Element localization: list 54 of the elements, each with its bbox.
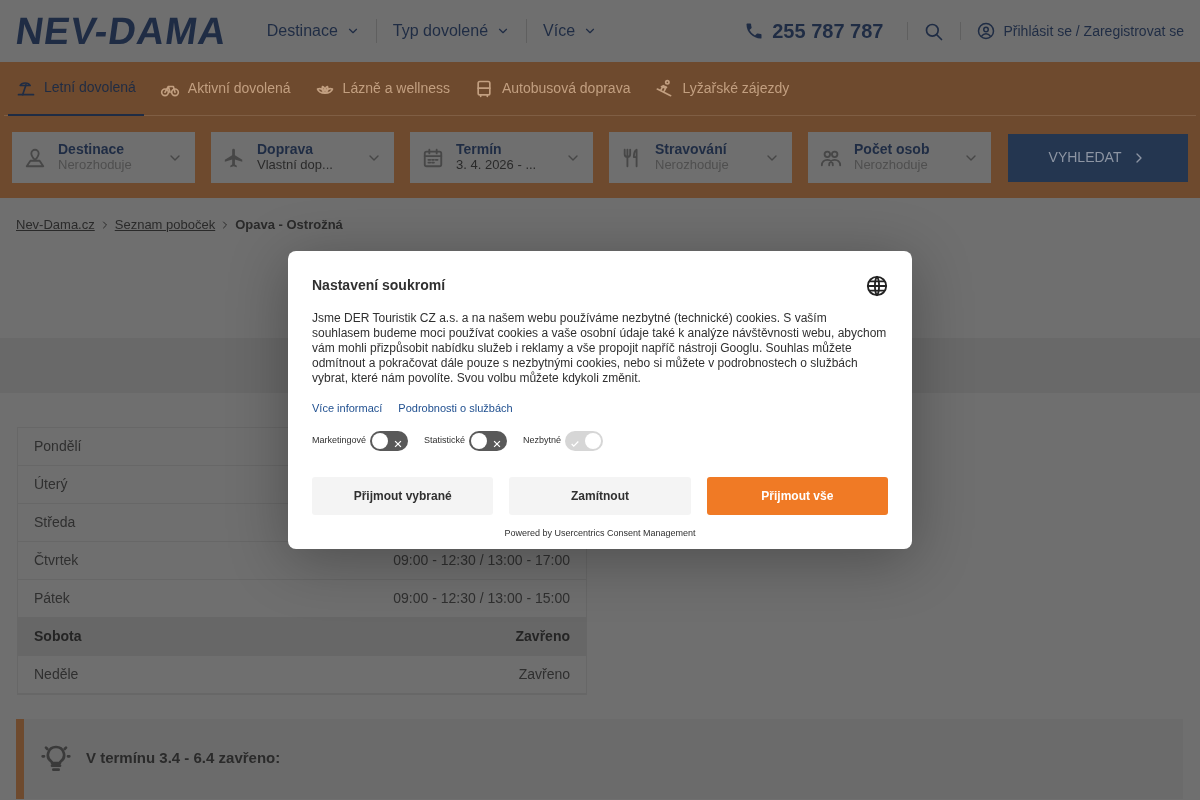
toggle-label: Marketingové — [312, 433, 367, 447]
consent-button[interactable]: Přijmout vše — [706, 476, 888, 515]
search-button[interactable]: VYHLEDAT — [1008, 133, 1188, 182]
day-label: Neděle — [34, 664, 79, 684]
hours-value: 09:00 - 12:30 / 13:00 - 15:00 — [393, 588, 570, 608]
dialog-title: Nastavení soukromí — [312, 275, 446, 295]
consent-button[interactable]: Zamítnout — [509, 476, 691, 515]
bus-icon — [474, 78, 494, 99]
check-icon — [570, 439, 581, 450]
consent-text: Jsme DER Touristik CZ a.s. a na našem webu používáme nezbytné (technické) cookies. S vaším souhlasem budeme moci používat cookies a vaše osobní údaje také k analýze návštěvnosti webu, abychom vám mohli přizpůsobit nabídku služeb i reklamy a vše propojit napříč nástroji Googlu. Souhlas můžete odmítnout a pokračovat dále pouze s nezbytnými cookies, nebo si můžete v podrobnostech o službách vybrat, které nám povolíte. Svou volbu můžete kdykoli změnit. — [312, 311, 888, 386]
toggle-switch[interactable] — [370, 430, 409, 451]
breadcrumb-link[interactable]: Seznam poboček — [114, 215, 216, 235]
hours-value: Zavřeno — [518, 664, 570, 684]
nav-link[interactable]: Typ dovolené — [376, 19, 528, 43]
day-label: Čtvrtek — [34, 550, 79, 570]
category-tab[interactable]: Aktivní dovolená — [151, 61, 299, 116]
toggle-label: Statistické — [424, 433, 466, 447]
powered-by-text: Powered by Usercentrics Consent Management — [503, 526, 697, 540]
category-tab[interactable]: Lázně a wellness — [306, 61, 458, 116]
phone-link[interactable]: 255 787 787 — [744, 16, 884, 46]
category-tab[interactable]: Letní dovolená — [8, 61, 144, 116]
toggle-label: Nezbytné — [523, 433, 562, 447]
close-icon — [393, 439, 404, 450]
calendar-icon — [422, 146, 444, 169]
info-link[interactable]: Více informací — [312, 400, 383, 417]
day-label: Pátek — [34, 588, 70, 608]
breadcrumb-current: Opava - Ostrožná — [235, 216, 343, 234]
notice-text: V termínu 3.4 - 6.4 zavřeno: — [86, 748, 281, 769]
consent-button[interactable]: Přijmout vybrané — [312, 476, 494, 515]
nav-link[interactable]: Destinace — [250, 19, 377, 43]
user-icon — [977, 22, 996, 40]
map-pin-icon — [24, 146, 46, 169]
airplane-icon — [223, 146, 245, 169]
hours-value: Zavřeno — [515, 626, 570, 646]
close-icon — [492, 439, 503, 450]
category-tab[interactable]: Lyžařské zájezdy — [646, 61, 798, 116]
day-label: Pondělí — [34, 436, 82, 456]
search-field[interactable]: Doprava Vlastní dop... — [211, 132, 394, 183]
search-icon — [924, 21, 945, 42]
info-link[interactable]: Podrobnosti o službách — [398, 400, 513, 417]
nav-link[interactable]: Více — [527, 19, 614, 43]
hours-value: 09:00 - 12:30 / 13:00 - 17:00 — [393, 550, 570, 570]
logo[interactable]: NEV-DAMA — [13, 12, 230, 50]
breadcrumb-link[interactable]: Nev-Dama.cz — [16, 215, 95, 235]
search-field[interactable]: Termín 3. 4. 2026 - ... — [410, 132, 593, 183]
globe-icon — [866, 274, 888, 297]
day-label: Středa — [34, 512, 76, 532]
phone-icon — [744, 21, 765, 41]
language-button[interactable] — [866, 273, 888, 297]
toggle-switch[interactable] — [469, 430, 508, 451]
login-link[interactable]: Přihlásit se / Zaregistrovat se — [977, 20, 1184, 42]
day-label: Úterý — [34, 474, 68, 494]
category-tab[interactable]: Autobusová doprava — [466, 61, 639, 116]
day-label: Sobota — [34, 626, 82, 646]
